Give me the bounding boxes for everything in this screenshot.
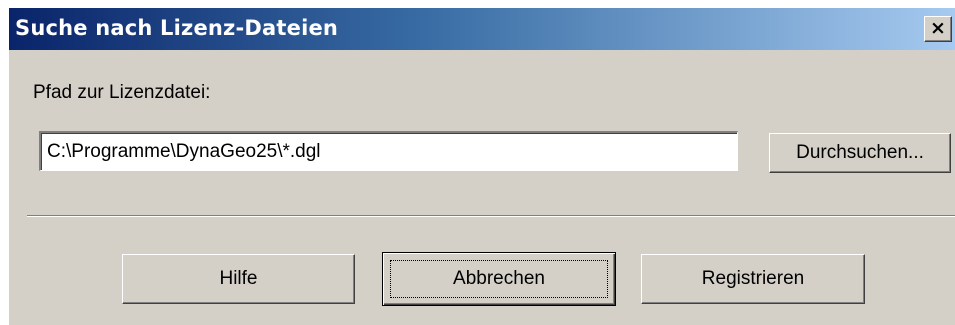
close-button[interactable]: × [924,16,952,42]
help-button[interactable]: Hilfe [122,254,355,304]
cancel-button[interactable]: Abbrechen [382,252,616,306]
browse-button[interactable]: Durchsuchen... [769,133,951,173]
dialog-title: Suche nach Lizenz-Dateien [15,16,339,40]
title-bar[interactable]: Suche nach Lizenz-Dateien × [9,8,955,50]
close-icon: × [930,17,946,39]
path-input[interactable] [39,131,738,171]
path-label: Pfad zur Lizenzdatei: [33,82,211,103]
separator [27,215,955,217]
license-search-dialog: Suche nach Lizenz-Dateien × Pfad zur Liz… [8,8,955,325]
register-button[interactable]: Registrieren [641,254,865,304]
cancel-button-label: Abbrechen [453,268,545,289]
